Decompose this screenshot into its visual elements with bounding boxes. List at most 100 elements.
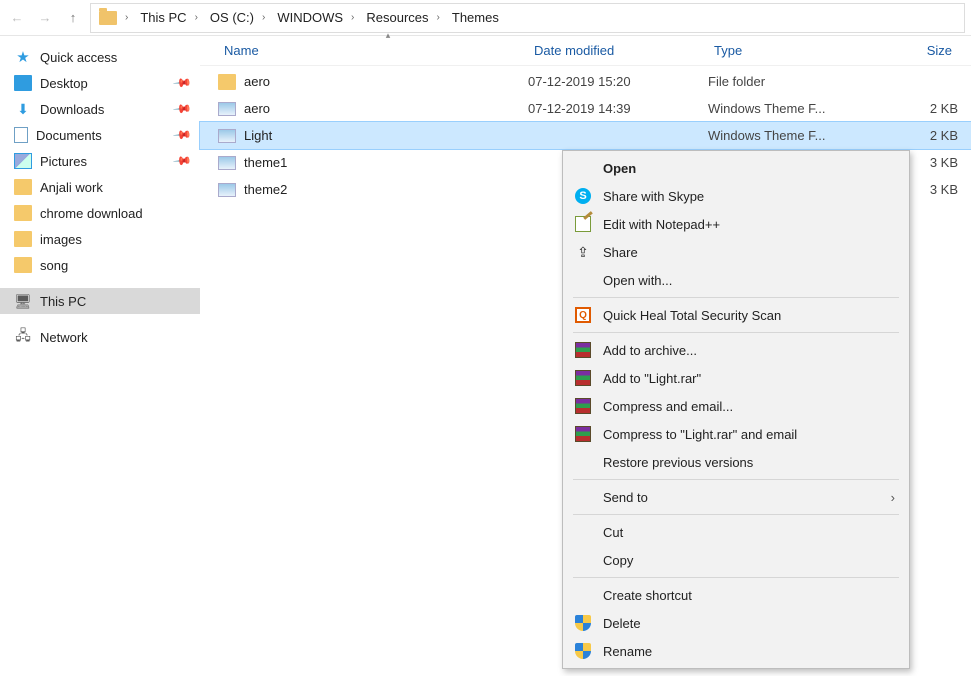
sidebar-label: Quick access (40, 50, 117, 65)
sidebar-item[interactable]: Documents 📌 (0, 122, 200, 148)
folder-icon (14, 205, 32, 221)
breadcrumb-root[interactable]: › (95, 4, 136, 32)
file-size: 2 KB (878, 128, 958, 143)
breadcrumb-segment[interactable]: WINDOWS › (273, 4, 362, 32)
theme-icon (218, 156, 236, 170)
chevron-right-icon: › (258, 12, 269, 23)
file-date: 07-12-2019 14:39 (528, 101, 708, 116)
context-menu-item[interactable]: Compress to "Light.rar" and email (563, 420, 909, 448)
context-menu-label: Add to archive... (603, 343, 697, 358)
pc-icon: 🖥 (14, 293, 32, 309)
sidebar-network[interactable]: 🖧 Network (0, 324, 200, 350)
sidebar-label: This PC (40, 294, 86, 309)
winrar-icon (573, 369, 593, 387)
column-header-name[interactable]: Name (218, 43, 528, 58)
column-header-size[interactable]: Size (878, 43, 958, 58)
sidebar-item-label: Documents (36, 128, 102, 143)
file-name: aero (244, 74, 270, 89)
file-row[interactable]: LightWindows Theme F...2 KB (200, 122, 971, 149)
nav-back-button[interactable]: ← (6, 7, 28, 29)
sidebar: ★ Quick access Desktop📌⬇Downloads📌Docume… (0, 36, 200, 676)
context-menu-item[interactable]: Cut (563, 518, 909, 546)
chevron-right-icon: › (891, 490, 895, 505)
sidebar-this-pc[interactable]: 🖥 This PC (0, 288, 200, 314)
file-size: 2 KB (878, 101, 958, 116)
context-menu-item[interactable]: Copy (563, 546, 909, 574)
breadcrumb-segment[interactable]: OS (C:) › (206, 4, 273, 32)
context-menu-label: Copy (603, 553, 633, 568)
menu-separator (573, 332, 899, 333)
breadcrumb-label: WINDOWS (277, 10, 343, 25)
sidebar-item[interactable]: images (0, 226, 200, 252)
context-menu-item[interactable]: Send to › (563, 483, 909, 511)
folder-icon (14, 231, 32, 247)
theme-icon (218, 102, 236, 116)
sidebar-item[interactable]: song (0, 252, 200, 278)
context-menu-item[interactable]: ⇪Share (563, 238, 909, 266)
folder-icon (99, 11, 117, 25)
context-menu-item[interactable]: Restore previous versions (563, 448, 909, 476)
nav-up-button[interactable]: ↑ (62, 7, 84, 29)
menu-separator (573, 577, 899, 578)
context-menu-item[interactable]: Create shortcut (563, 581, 909, 609)
skype-icon: S (573, 187, 593, 205)
context-menu-label: Edit with Notepad++ (603, 217, 720, 232)
sidebar-label: Network (40, 330, 88, 345)
breadcrumb[interactable]: › This PC›OS (C:)›WINDOWS›Resources›Them… (90, 3, 965, 33)
context-menu-label: Share with Skype (603, 189, 704, 204)
winrar-icon (573, 397, 593, 415)
file-type: Windows Theme F... (708, 101, 878, 116)
column-header-date[interactable]: Date modified (528, 43, 708, 58)
context-menu-item[interactable]: Edit with Notepad++ (563, 210, 909, 238)
pin-icon: 📌 (172, 125, 192, 145)
context-menu-item[interactable]: Open with... (563, 266, 909, 294)
context-menu-label: Send to (603, 490, 648, 505)
breadcrumb-segment[interactable]: Resources› (362, 4, 447, 32)
doc-icon (14, 127, 28, 143)
network-icon: 🖧 (14, 329, 32, 345)
context-menu-item[interactable]: Delete (563, 609, 909, 637)
sidebar-item-label: Pictures (40, 154, 87, 169)
context-menu-item[interactable]: Add to archive... (563, 336, 909, 364)
breadcrumb-label: OS (C:) (210, 10, 254, 25)
context-menu-item[interactable]: Compress and email... (563, 392, 909, 420)
menu-separator (573, 479, 899, 480)
sidebar-item-label: images (40, 232, 82, 247)
file-date: 07-12-2019 15:20 (528, 74, 708, 89)
file-type: File folder (708, 74, 878, 89)
sidebar-item[interactable]: ⬇Downloads📌 (0, 96, 200, 122)
folder-icon (14, 179, 32, 195)
sidebar-item[interactable]: chrome download (0, 200, 200, 226)
column-header-type[interactable]: Type (708, 43, 878, 58)
chevron-right-icon: › (347, 12, 358, 23)
context-menu-label: Open with... (603, 273, 672, 288)
pic-icon (14, 153, 32, 169)
notepadpp-icon (573, 215, 593, 233)
sidebar-item[interactable]: Anjali work (0, 174, 200, 200)
sidebar-quick-access[interactable]: ★ Quick access (0, 44, 200, 70)
sidebar-item[interactable]: Pictures📌 (0, 148, 200, 174)
star-icon: ★ (14, 49, 32, 65)
context-menu-item[interactable]: QQuick Heal Total Security Scan (563, 301, 909, 329)
context-menu-label: Delete (603, 616, 641, 631)
context-menu-label: Compress and email... (603, 399, 733, 414)
file-row[interactable]: aero07-12-2019 14:39Windows Theme F...2 … (200, 95, 971, 122)
breadcrumb-label: This PC (140, 10, 186, 25)
sidebar-item-label: chrome download (40, 206, 143, 221)
breadcrumb-segment[interactable]: Themes (448, 4, 503, 32)
context-menu-item[interactable]: Open (563, 154, 909, 182)
context-menu-item[interactable]: S Share with Skype (563, 182, 909, 210)
breadcrumb-segment[interactable]: This PC› (136, 4, 206, 32)
sidebar-item-label: Anjali work (40, 180, 103, 195)
sidebar-item[interactable]: Desktop📌 (0, 70, 200, 96)
context-menu-item[interactable]: Rename (563, 637, 909, 665)
winrar-icon (573, 341, 593, 359)
context-menu-label: Share (603, 245, 638, 260)
file-name: theme1 (244, 155, 287, 170)
file-row[interactable]: aero 07-12-2019 15:20File folder (200, 68, 971, 95)
chevron-right-icon: › (433, 12, 444, 23)
nav-forward-button[interactable]: → (34, 7, 56, 29)
context-menu-label: Rename (603, 644, 652, 659)
winrar-icon (573, 425, 593, 443)
context-menu-item[interactable]: Add to "Light.rar" (563, 364, 909, 392)
